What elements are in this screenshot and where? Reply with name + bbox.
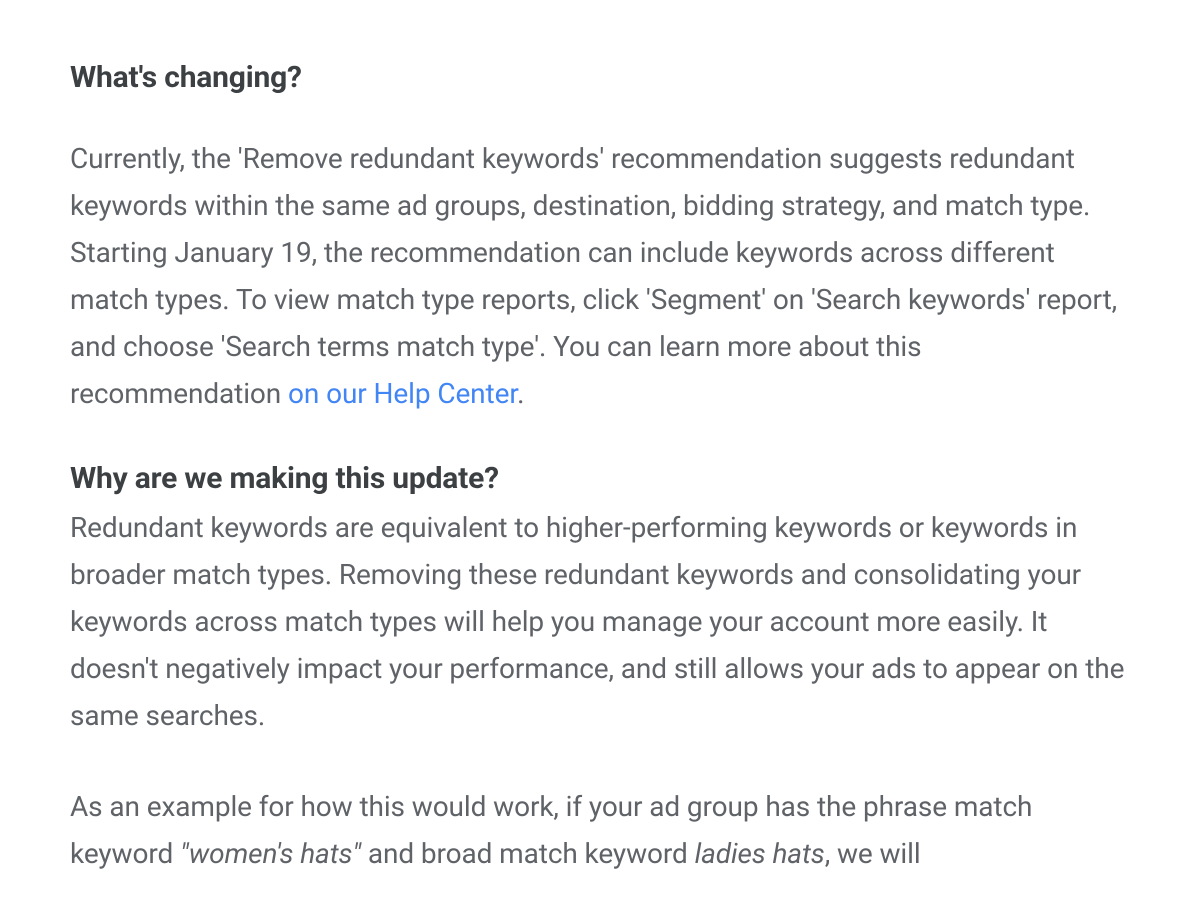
document-content: What's changing? Currently, the 'Remove …: [70, 60, 1130, 877]
help-center-link[interactable]: on our Help Center: [288, 377, 517, 410]
italic-phrase-womens-hats: "women's hats": [180, 837, 361, 870]
italic-phrase-ladies-hats: ladies hats: [695, 837, 825, 870]
paragraph-example: As an example for how this would work, i…: [70, 783, 1130, 877]
paragraph-text: and broad match keyword: [361, 837, 695, 870]
paragraph-whats-changing: Currently, the 'Remove redundant keyword…: [70, 135, 1130, 417]
section-heading-whats-changing: What's changing?: [70, 60, 1130, 95]
paragraph-why-update: Redundant keywords are equivalent to hig…: [70, 504, 1130, 739]
paragraph-text: Currently, the 'Remove redundant keyword…: [70, 142, 1117, 410]
paragraph-text-end: .: [517, 377, 524, 410]
paragraph-text: , we will: [825, 837, 921, 870]
section-heading-why-update: Why are we making this update?: [70, 461, 1130, 496]
